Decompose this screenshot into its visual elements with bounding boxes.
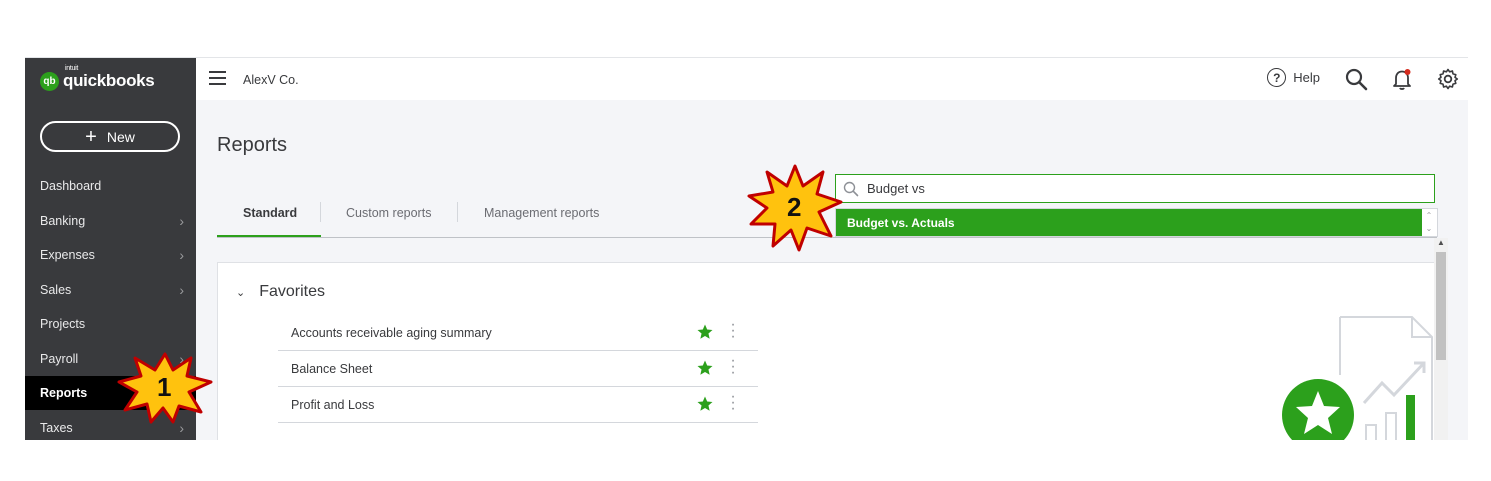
favorites-section-toggle[interactable]: ⌄ Favorites [236, 283, 325, 301]
scroll-up-arrow[interactable]: ▲ [1434, 238, 1448, 247]
sidebar-item-sales[interactable]: Sales › [25, 273, 196, 307]
scroll-thumb[interactable] [1436, 252, 1446, 360]
report-link[interactable]: Balance Sheet [291, 362, 372, 376]
new-button[interactable]: + New [40, 121, 180, 152]
help-button[interactable]: ? Help [1267, 68, 1320, 87]
favorite-report-row: Profit and Loss · · · [278, 387, 758, 423]
favorites-illustration [1282, 316, 1433, 440]
favorite-star-icon[interactable] [696, 395, 714, 413]
qb-logo-icon: qb [40, 71, 59, 91]
favorite-report-row: Accounts receivable aging summary · · · [278, 315, 758, 351]
settings-gear-icon[interactable] [1436, 67, 1460, 91]
callout-number: 2 [787, 192, 802, 222]
sidebar-item-expenses[interactable]: Expenses › [25, 238, 196, 272]
favorite-star-icon[interactable] [696, 359, 714, 377]
tab-standard[interactable]: Standard [243, 206, 297, 220]
tab-custom-reports[interactable]: Custom reports [346, 206, 431, 220]
chevron-right-icon: › [179, 247, 184, 263]
new-button-label: New [106, 128, 135, 145]
favorite-report-row: Balance Sheet · · · [278, 351, 758, 387]
more-options-icon[interactable]: · · · [730, 317, 736, 345]
callout-step-2: 2 [747, 164, 843, 252]
company-name: AlexV Co. [243, 73, 299, 87]
tab-management-reports[interactable]: Management reports [484, 206, 599, 220]
more-options-icon[interactable]: · · · [730, 353, 736, 381]
more-options-icon[interactable]: · · · [730, 389, 736, 417]
sidebar-item-projects[interactable]: Projects [25, 307, 196, 341]
intuit-wordmark: intuit [65, 65, 78, 72]
dropdown-scroll-arrows[interactable]: ⌃ ⌄ [1423, 209, 1435, 236]
report-search-box[interactable] [835, 174, 1435, 203]
help-icon: ? [1267, 68, 1287, 87]
report-search-input[interactable] [865, 180, 1409, 197]
app-window: qb intuit quickbooks + New Dashboard Ban… [25, 57, 1468, 440]
report-link[interactable]: Profit and Loss [291, 398, 374, 412]
search-results-dropdown: Budget vs. Actuals ⌃ ⌄ [835, 208, 1438, 237]
favorite-star-icon[interactable] [696, 323, 714, 341]
page-title: Reports [217, 134, 288, 156]
callout-step-1: 1 [117, 352, 213, 424]
chevron-right-icon: › [179, 282, 184, 298]
help-label: Help [1293, 70, 1320, 85]
chevron-down-icon: ⌄ [236, 286, 246, 299]
sidebar-item-dashboard[interactable]: Dashboard [25, 169, 196, 203]
favorites-title: Favorites [259, 283, 326, 300]
plus-icon: + [85, 125, 97, 148]
hamburger-menu-icon[interactable] [209, 71, 226, 85]
main-scrollbar[interactable]: ▲ [1434, 238, 1448, 440]
favorites-card: ⌄ Favorites Accounts receivable aging su… [217, 262, 1437, 440]
search-icon[interactable] [1344, 67, 1368, 91]
report-link[interactable]: Accounts receivable aging summary [291, 326, 492, 340]
callout-number: 1 [157, 372, 172, 402]
search-result-budget-vs-actuals[interactable]: Budget vs. Actuals [836, 209, 1422, 236]
notification-bell-icon[interactable] [1390, 67, 1414, 91]
sidebar-item-banking[interactable]: Banking › [25, 204, 196, 238]
chevron-right-icon: › [179, 213, 184, 229]
quickbooks-logo[interactable]: qb intuit quickbooks [40, 65, 155, 94]
quickbooks-wordmark: quickbooks [63, 71, 155, 90]
search-icon [843, 181, 859, 196]
top-bar: AlexV Co. ? Help [196, 58, 1468, 100]
